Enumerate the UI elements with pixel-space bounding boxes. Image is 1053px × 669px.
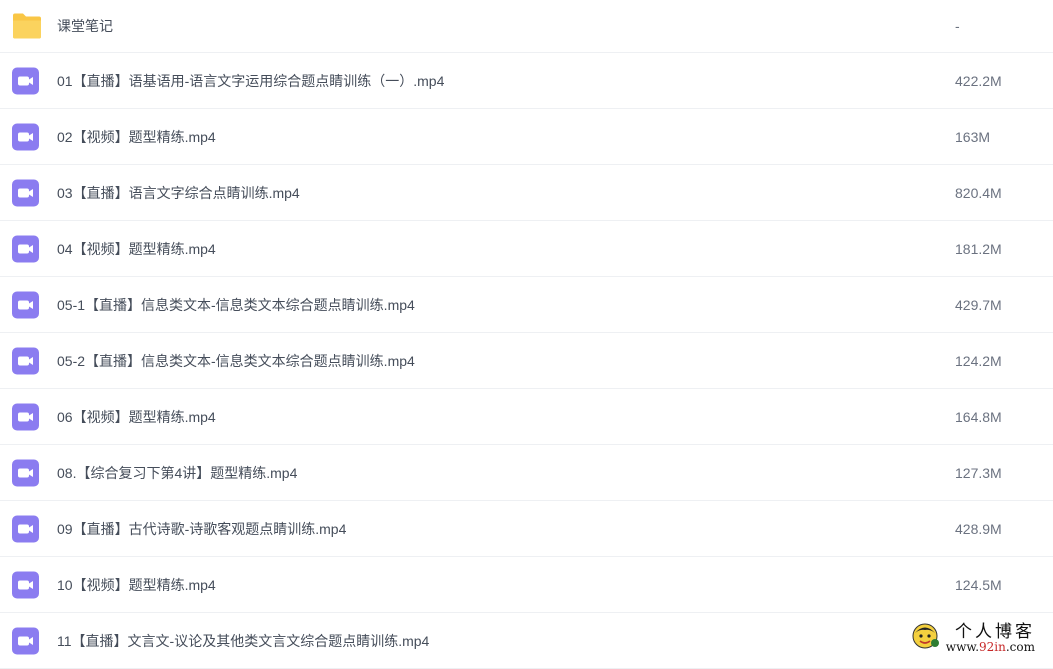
video-icon — [11, 346, 40, 375]
file-name: 11【直播】文言文-议论及其他类文言文综合题点睛训练.mp4 — [57, 632, 430, 649]
list-item[interactable]: 课堂笔记 - — [0, 0, 1053, 53]
list-item[interactable]: 02【视频】题型精练.mp4 163M — [0, 109, 1053, 165]
video-icon — [11, 626, 40, 655]
file-name: 08.【综合复习下第4讲】题型精练.mp4 — [57, 464, 298, 481]
file-size: 163M — [955, 128, 991, 145]
video-icon — [11, 122, 40, 151]
video-icon — [11, 66, 40, 95]
file-name: 06【视频】题型精练.mp4 — [57, 408, 216, 425]
file-size: 124.2M — [955, 352, 1002, 369]
video-icon — [11, 458, 40, 487]
list-item[interactable]: 01【直播】语基语用-语言文字运用综合题点睛训练（一）.mp4 422.2M — [0, 53, 1053, 109]
list-item[interactable]: 04【视频】题型精练.mp4 181.2M — [0, 221, 1053, 277]
video-icon — [11, 178, 40, 207]
file-size: 164.8M — [955, 408, 1002, 425]
video-icon — [11, 234, 40, 263]
file-name: 03【直播】语言文字综合点睛训练.mp4 — [57, 184, 300, 201]
list-item[interactable]: 06【视频】题型精练.mp4 164.8M — [0, 389, 1053, 445]
file-size: 181.2M — [955, 240, 1002, 257]
file-size: 124.5M — [955, 576, 1002, 593]
watermark: 个人博客 www.92in.com — [910, 621, 1035, 656]
file-name: 05-1【直播】信息类文本-信息类文本综合题点睛训练.mp4 — [57, 296, 415, 313]
list-item[interactable]: 10【视频】题型精练.mp4 124.5M — [0, 557, 1053, 613]
folder-icon — [11, 12, 41, 41]
watermark-title: 个人博客 — [955, 621, 1035, 642]
video-icon — [11, 290, 40, 319]
file-name: 课堂笔记 — [57, 18, 113, 34]
file-name: 10【视频】题型精练.mp4 — [57, 576, 216, 593]
file-name: 01【直播】语基语用-语言文字运用综合题点睛训练（一）.mp4 — [57, 72, 445, 89]
file-size: 428.9M — [955, 520, 1002, 537]
list-item[interactable]: 09【直播】古代诗歌-诗歌客观题点睛训练.mp4 428.9M — [0, 501, 1053, 557]
list-item[interactable]: 08.【综合复习下第4讲】题型精练.mp4 127.3M — [0, 445, 1053, 501]
file-name: 09【直播】古代诗歌-诗歌客观题点睛训练.mp4 — [57, 520, 347, 537]
file-name: 05-2【直播】信息类文本-信息类文本综合题点睛训练.mp4 — [57, 352, 415, 369]
list-item[interactable]: 03【直播】语言文字综合点睛训练.mp4 820.4M — [0, 165, 1053, 221]
file-name: 04【视频】题型精练.mp4 — [57, 240, 216, 257]
file-name: 02【视频】题型精练.mp4 — [57, 128, 216, 145]
video-icon — [11, 570, 40, 599]
file-size: 127.3M — [955, 464, 1002, 481]
file-list: 课堂笔记 - 01【直播】语基语用-语言文字运用综合题点睛训练（一）.mp4 4… — [0, 0, 1053, 669]
video-icon — [11, 402, 40, 431]
mascot-icon — [910, 621, 940, 656]
file-size: 422.2M — [955, 72, 1002, 89]
watermark-url: www.92in.com — [945, 640, 1035, 655]
list-item[interactable]: 11【直播】文言文-议论及其他类文言文综合题点睛训练.mp4 — [0, 613, 1053, 669]
list-item[interactable]: 05-1【直播】信息类文本-信息类文本综合题点睛训练.mp4 429.7M — [0, 277, 1053, 333]
video-icon — [11, 514, 40, 543]
file-size: 820.4M — [955, 184, 1002, 201]
file-size: 429.7M — [955, 296, 1002, 313]
list-item[interactable]: 05-2【直播】信息类文本-信息类文本综合题点睛训练.mp4 124.2M — [0, 333, 1053, 389]
file-size: - — [955, 18, 960, 34]
